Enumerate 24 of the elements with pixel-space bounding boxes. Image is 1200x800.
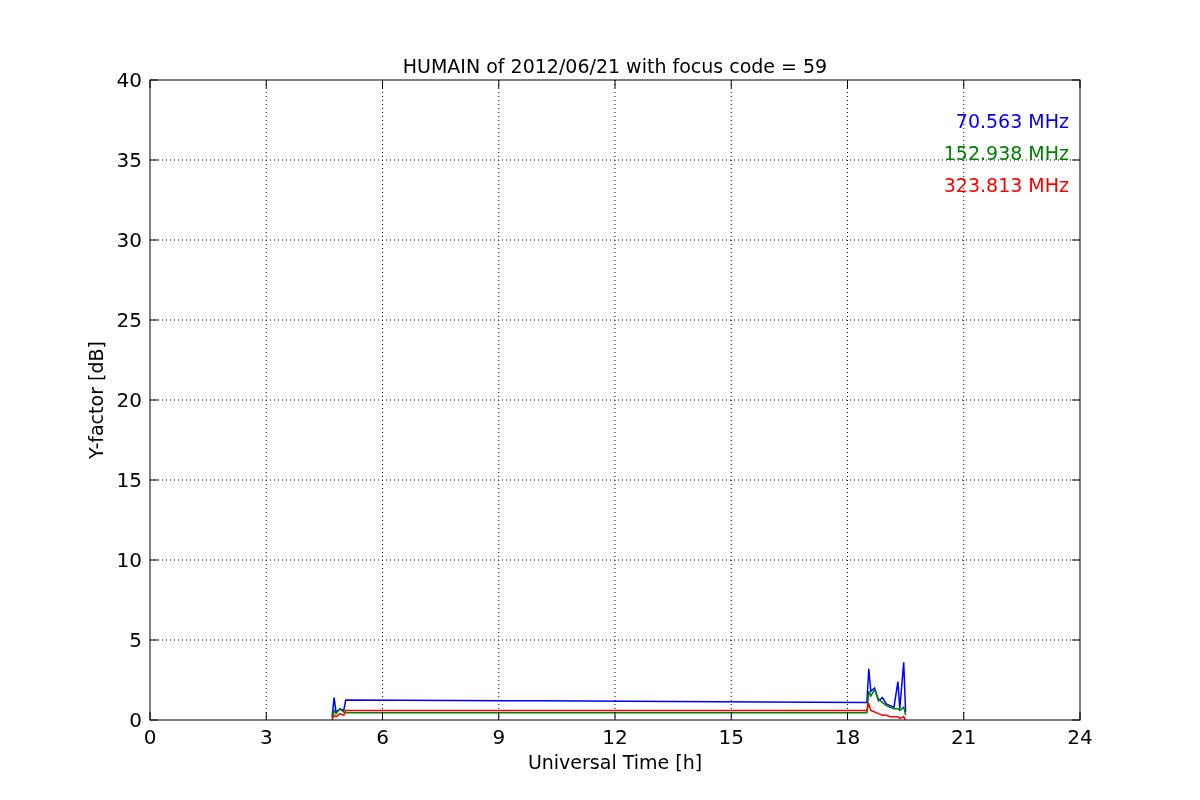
y-tick-label: 25 [116, 308, 142, 332]
legend-label: 323.813 MHz [943, 174, 1069, 196]
chart-title: HUMAIN of 2012/06/21 with focus code = 59 [402, 55, 828, 77]
y-tick-label: 15 [116, 468, 142, 492]
y-tick-label: 5 [129, 628, 142, 652]
x-tick-label: 6 [376, 725, 389, 749]
x-tick-label: 12 [602, 725, 628, 749]
y-tick-label: 30 [116, 228, 142, 252]
x-tick-label: 21 [951, 725, 977, 749]
x-tick-label: 3 [259, 725, 273, 749]
y-axis-label: Y-factor [dB] [85, 341, 107, 459]
legend-label: 152.938 MHz [943, 142, 1069, 164]
y-tick-label: 35 [116, 148, 142, 172]
x-tick-label: 9 [492, 725, 506, 749]
x-axis-label: Universal Time [h] [527, 751, 703, 773]
x-tick-label: 24 [1067, 725, 1093, 749]
legend-label: 70.563 MHz [955, 110, 1069, 132]
y-tick-label: 10 [116, 548, 142, 572]
x-tick-label: 0 [143, 725, 157, 749]
x-tick-label: 18 [834, 725, 861, 749]
x-tick-label: 15 [718, 725, 744, 749]
y-tick-label: 20 [116, 388, 142, 412]
y-tick-label: 0 [129, 708, 142, 732]
y-tick-label: 40 [116, 68, 142, 92]
